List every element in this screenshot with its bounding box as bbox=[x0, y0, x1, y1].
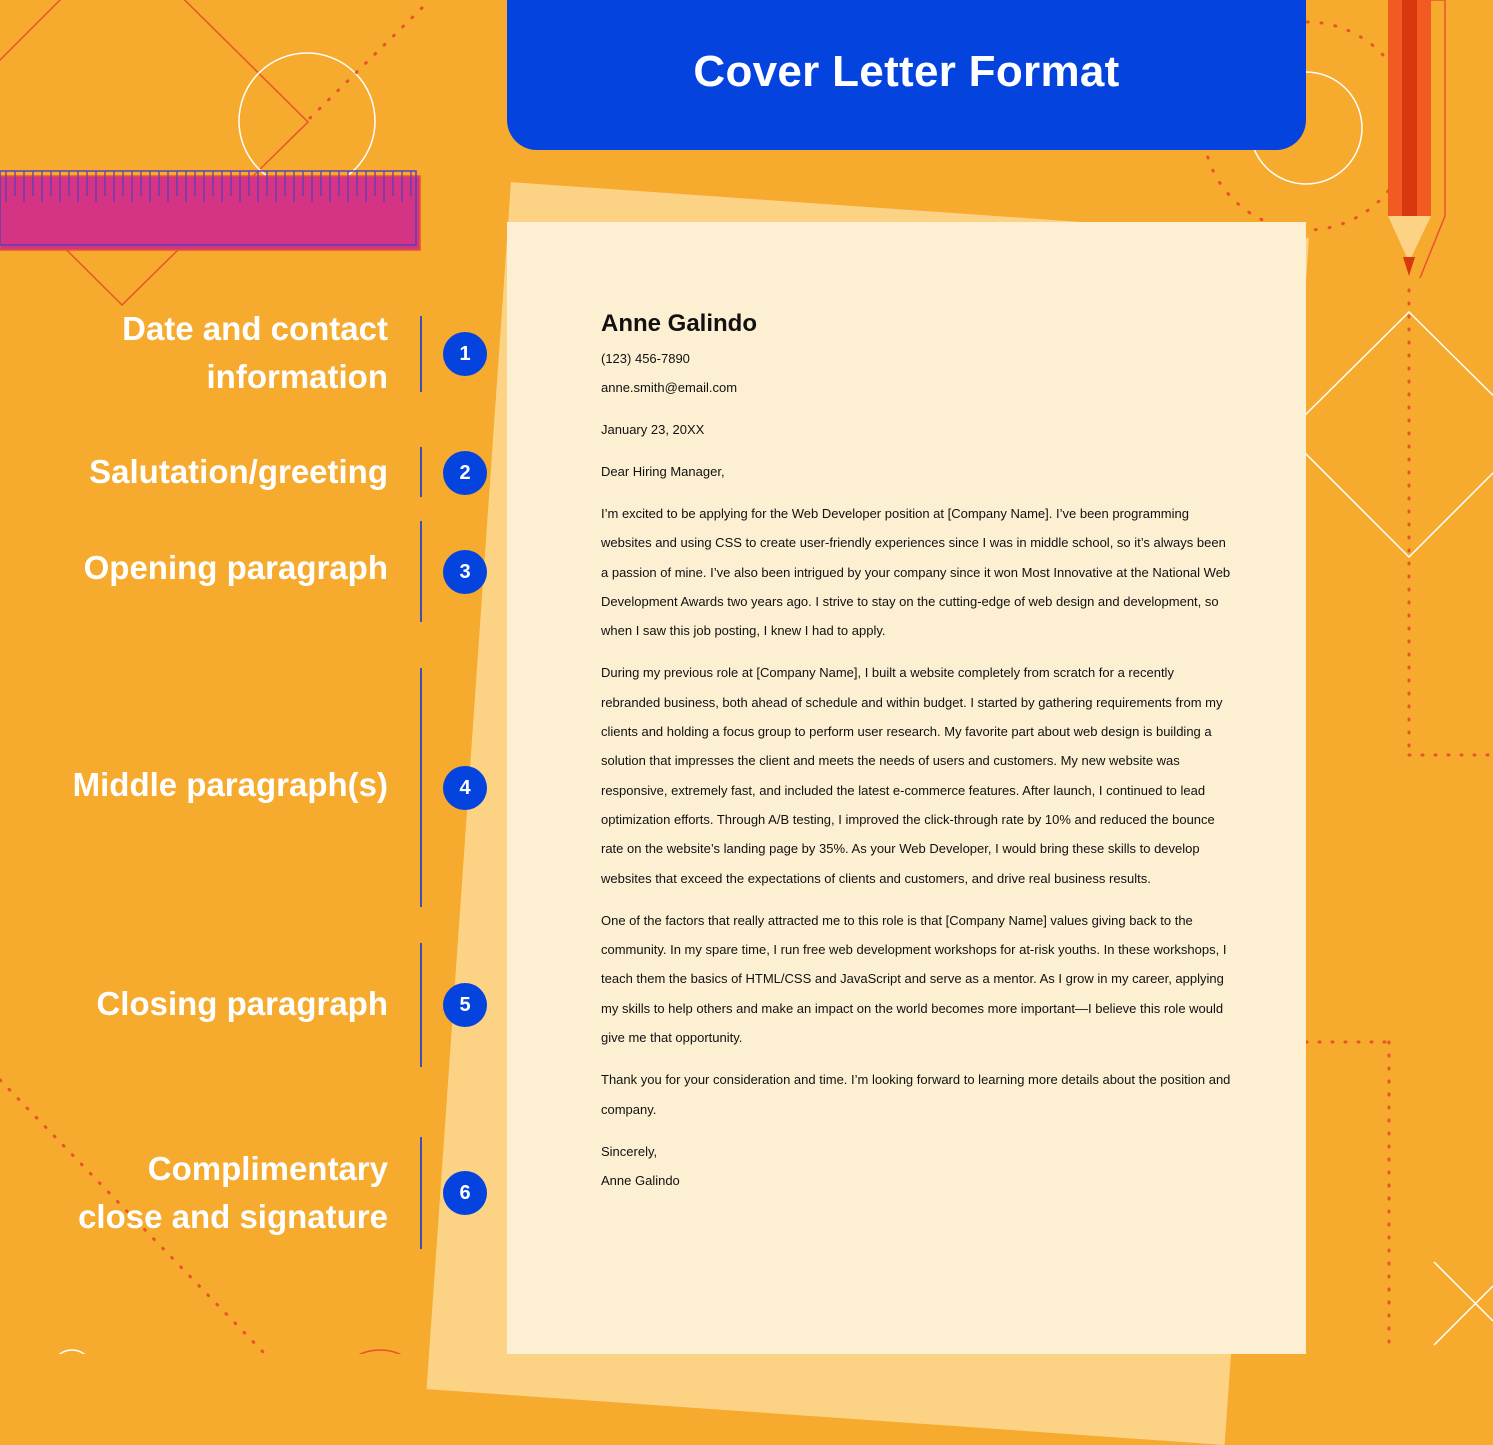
letter-greeting: Dear Hiring Manager, bbox=[601, 464, 725, 479]
letter-thanks-paragraph: Thank you for your consideration and tim… bbox=[601, 1072, 1231, 1117]
letter-opening-paragraph: I’m excited to be applying for the Web D… bbox=[601, 506, 1231, 639]
diamond-outline-topleft bbox=[0, 0, 310, 307]
header-banner: Cover Letter Format bbox=[507, 0, 1306, 150]
section-label-date-contact: Date and contact information bbox=[122, 310, 388, 395]
ruler-icon bbox=[0, 170, 421, 251]
section-number-badge: 3 bbox=[443, 550, 487, 594]
section-number-badge: 6 bbox=[443, 1171, 487, 1215]
section-label-salutation: Salutation/greeting bbox=[89, 453, 388, 490]
letter-middle-paragraph: During my previous role at [Company Name… bbox=[601, 665, 1223, 886]
page-title: Cover Letter Format bbox=[693, 47, 1120, 96]
dotted-line-topleft bbox=[308, 0, 432, 120]
section-bracket-1 bbox=[420, 316, 422, 392]
section-label-complimentary-close: Complimentary close and signature bbox=[78, 1150, 388, 1235]
circle-outline-bottomleft bbox=[58, 1349, 86, 1354]
section-label-middle: Middle paragraph(s) bbox=[72, 766, 388, 803]
section-bracket-2 bbox=[420, 447, 422, 497]
circle-outline-bottom bbox=[358, 1349, 402, 1354]
letter-signature: Anne Galindo bbox=[601, 1172, 680, 1188]
letter-closing-paragraph: One of the factors that really attracted… bbox=[601, 912, 1227, 1046]
section-label-closing: Closing paragraph bbox=[96, 985, 388, 1022]
pencil-icon bbox=[1388, 0, 1446, 279]
cover-letter: Anne Galindo (123) 456-7890 anne.smith@e… bbox=[601, 310, 1231, 1195]
section-number-badge: 1 bbox=[443, 332, 487, 376]
letter-email: anne.smith@email.com bbox=[601, 380, 738, 395]
section-number-badge: 4 bbox=[443, 766, 487, 810]
circle-outline-topleft bbox=[238, 52, 376, 190]
section-bracket-6 bbox=[420, 1137, 422, 1249]
letter-sender-name: Anne Galindo bbox=[601, 310, 757, 337]
section-bracket-3 bbox=[420, 521, 422, 622]
diamond-outline-right bbox=[1284, 310, 1493, 559]
section-label-opening: Opening paragraph bbox=[83, 549, 388, 586]
letter-date: January 23, 20XX bbox=[601, 422, 705, 437]
section-number-badge: 2 bbox=[443, 451, 487, 495]
letter-sign-off: Sincerely, bbox=[601, 1143, 658, 1159]
cover-letter-paper: Anne Galindo (123) 456-7890 anne.smith@e… bbox=[507, 222, 1306, 1354]
section-bracket-4 bbox=[420, 668, 422, 907]
white-line-bottomright-2 bbox=[1433, 1285, 1493, 1346]
section-bracket-5 bbox=[420, 943, 422, 1067]
white-line-bottomright bbox=[1433, 1261, 1493, 1322]
section-number-badge: 5 bbox=[443, 983, 487, 1027]
letter-phone: (123) 456-7890 bbox=[601, 351, 690, 366]
